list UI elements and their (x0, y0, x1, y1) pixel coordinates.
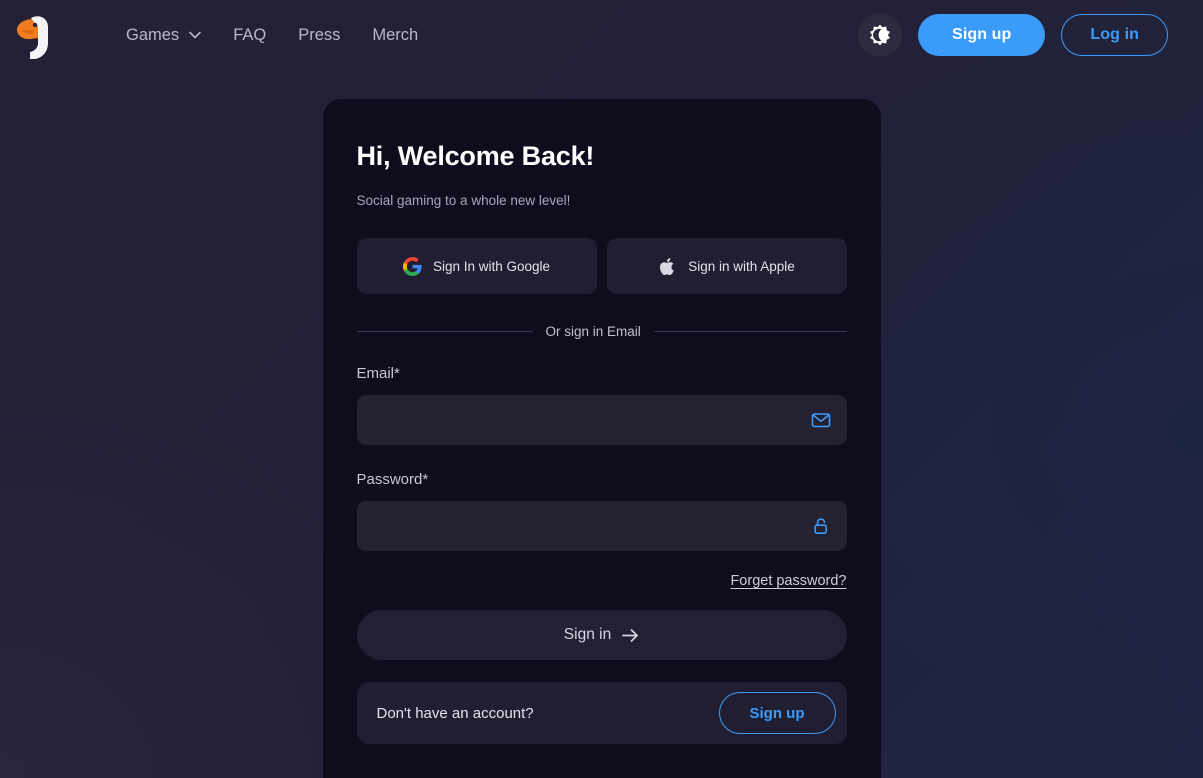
header-actions: Sign up Log in (858, 13, 1168, 57)
sun-moon-icon (870, 24, 891, 46)
apple-signin-label: Sign in with Apple (688, 258, 795, 274)
header-signup-button[interactable]: Sign up (918, 14, 1046, 56)
google-icon (402, 256, 422, 276)
nav-item-faq[interactable]: FAQ (217, 20, 282, 51)
forgot-password-link[interactable]: Forget password? (730, 573, 846, 589)
email-label: Email* (356, 365, 400, 382)
goose-logo-icon[interactable] (14, 9, 58, 61)
google-signin-button[interactable]: Sign In with Google (356, 238, 597, 294)
card-signup-button[interactable]: Sign up (718, 692, 836, 734)
nav-item-merch[interactable]: Merch (356, 20, 434, 51)
nav-label-press: Press (298, 25, 341, 44)
email-input[interactable] (356, 395, 847, 445)
signin-submit-button[interactable]: Sign in (356, 610, 847, 660)
theme-toggle-button[interactable] (858, 13, 903, 57)
signup-prompt-text: Don't have an account? (376, 704, 534, 722)
main-nav: Games FAQ Press Merch (110, 20, 434, 51)
apple-signin-button[interactable]: Sign in with Apple (606, 238, 847, 294)
card-title: Hi, Welcome Back! (356, 141, 595, 171)
nav-item-games[interactable]: Games (110, 20, 217, 51)
arrow-right-icon (622, 628, 639, 642)
chevron-down-icon (189, 31, 201, 39)
email-divider: Or sign in Email (356, 324, 847, 339)
nav-item-press[interactable]: Press (282, 20, 356, 51)
divider-line-right (653, 331, 847, 332)
forgot-password-row: Forget password? (357, 573, 846, 589)
email-field-group: Email* (356, 365, 847, 445)
divider-line-left (356, 331, 533, 332)
google-signin-label: Sign In with Google (432, 258, 551, 274)
login-card: Hi, Welcome Back! Social gaming to a who… (322, 99, 881, 778)
envelope-icon[interactable] (811, 410, 831, 430)
header-login-button[interactable]: Log in (1061, 14, 1168, 56)
nav-label-faq: FAQ (233, 25, 267, 44)
password-input[interactable] (356, 501, 847, 551)
signup-prompt-bar: Don't have an account? Sign up (356, 682, 847, 744)
signin-button-label: Sign in (563, 626, 612, 643)
card-subtitle: Social gaming to a whole new level! (356, 193, 571, 208)
divider-label: Or sign in Email (545, 324, 641, 339)
card-container: Hi, Welcome Back! Social gaming to a who… (0, 70, 1203, 778)
password-field-group: Password* (356, 471, 847, 551)
nav-label-games: Games (126, 25, 180, 44)
email-input-wrap[interactable] (356, 395, 847, 445)
social-login-row: Sign In with Google Sign in with Apple (356, 238, 847, 294)
password-input-wrap[interactable] (356, 501, 847, 551)
apple-icon (660, 257, 674, 275)
password-label: Password* (356, 471, 429, 488)
site-header: Games FAQ Press Merch Sign up Log in (0, 0, 1203, 70)
nav-label-merch: Merch (372, 25, 419, 44)
unlocked-padlock-icon[interactable] (811, 516, 831, 536)
